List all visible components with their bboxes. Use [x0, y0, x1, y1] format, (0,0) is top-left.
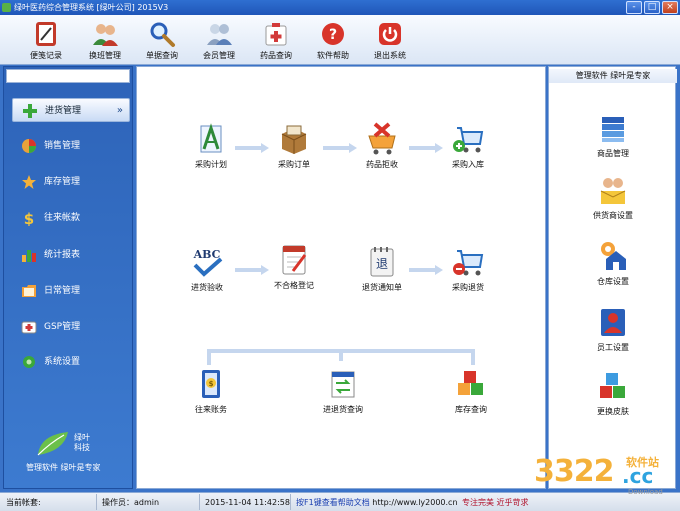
status-help: 按F1键查看帮助文档 http://www.ly2000.cn/: [292, 494, 457, 510]
main-toolbar: 便笺记录 换班管理 单据查询 会员管理 药品查询 ? 软件帮助 退出系统: [0, 15, 680, 65]
toolbar-button-notes[interactable]: 便笺记录: [22, 18, 70, 63]
gear-icon: [23, 356, 35, 368]
quick-change-skin[interactable]: 更换皮肤: [583, 369, 643, 417]
status-bar: 当前帐套: 操作员：admin 2015-11-04 11:42:58 按F1键…: [0, 492, 680, 511]
account-book-icon: $: [202, 370, 220, 398]
notepad-icon: [36, 22, 56, 46]
help-icon: ?: [322, 23, 344, 45]
leaf-logo-icon: [37, 432, 68, 456]
status-url[interactable]: http://www.ly2000.cn/: [372, 498, 457, 507]
quick-warehouse-settings[interactable]: 仓库设置: [583, 239, 643, 287]
nav-item-sales[interactable]: 销售管理: [12, 134, 130, 158]
nav-item-gsp[interactable]: GSP管理: [12, 315, 130, 339]
reject-cart-icon: [368, 122, 396, 155]
search-icon: [150, 22, 175, 47]
maximize-button[interactable]: □: [644, 1, 660, 14]
flow-medicine-reject[interactable]: 药品拒收: [352, 122, 412, 170]
flow-receiving-inspection[interactable]: ABC 进货验收: [177, 245, 237, 293]
nav-item-settings[interactable]: 系统设置: [12, 350, 130, 374]
watermark-download: Download: [628, 488, 663, 496]
product-books-icon: [602, 117, 624, 142]
dollar-icon: $: [24, 210, 34, 226]
flow-account-book[interactable]: $ 往来账务: [181, 367, 241, 415]
toolbar-button-bill-query[interactable]: 单据查询: [138, 18, 186, 63]
sidebar-slogan: 管理软件 绿叶是专家: [26, 463, 101, 472]
pie-chart-icon: [22, 139, 36, 153]
notebook-pencil-icon: [282, 245, 307, 275]
status-operator: 操作员：admin: [98, 494, 200, 510]
flow-purchase-stock-in[interactable]: 采购入库: [438, 122, 498, 170]
window-controls: - □ ×: [626, 1, 678, 14]
nav-item-purchase[interactable]: 进货管理 »: [12, 98, 130, 122]
window-title: 绿叶医药综合管理系统 [绿叶公司] 2015V3: [14, 3, 169, 12]
right-panel-title: 管理软件 绿叶是专家: [549, 69, 677, 83]
watermark-logo: 3322 软件站 .cc Download: [530, 452, 680, 496]
plan-document-icon: [200, 123, 222, 153]
window-titlebar: 绿叶医药综合管理系统 [绿叶公司] 2015V3 - □ ×: [0, 0, 680, 15]
app-icon: [2, 3, 11, 12]
chevron-right-icon: »: [116, 105, 123, 116]
toolbar-button-exit[interactable]: 退出系统: [366, 18, 414, 63]
return-notice-icon: 退: [370, 247, 394, 277]
svg-text:$: $: [209, 380, 214, 388]
power-icon: [379, 23, 401, 45]
exchange-query-icon: [331, 371, 355, 398]
status-datetime: 2015-11-04 11:42:58: [201, 494, 291, 510]
right-quick-panel: 管理软件 绿叶是专家 商品管理 供货商设置 仓库设置 员工设置 更换皮肤: [548, 66, 677, 489]
quick-supplier-settings[interactable]: 供货商设置: [583, 173, 643, 221]
cart-out-icon: [453, 250, 484, 276]
warehouse-icon: [601, 242, 626, 270]
svg-text:退: 退: [376, 257, 388, 271]
left-navigation: 进货管理 » 销售管理 库存管理 $ 往来帐款 统计报表 日常管理 GSP管理 …: [3, 66, 133, 489]
member-icon: [207, 24, 232, 45]
nav-item-reports[interactable]: 统计报表: [12, 243, 130, 267]
nav-item-accounts[interactable]: $ 往来帐款: [12, 206, 130, 230]
supplier-icon: [600, 178, 626, 204]
skin-cubes-icon: [600, 373, 625, 398]
svg-text:ABC: ABC: [193, 248, 221, 261]
folder-icon: [22, 285, 36, 297]
minimize-button[interactable]: -: [626, 1, 642, 14]
watermark-domain: .cc: [622, 464, 654, 488]
toolbar-button-shift[interactable]: 换班管理: [81, 18, 129, 63]
flow-exchange-query[interactable]: 进退货查询: [313, 367, 373, 415]
users-icon: [93, 24, 118, 46]
star-icon: [22, 175, 36, 189]
gsp-icon: [21, 321, 37, 334]
watermark-number: 3322: [534, 454, 614, 489]
toolbar-button-help[interactable]: ? 软件帮助: [309, 18, 357, 63]
flow-return-notice[interactable]: 退 退货通知单: [352, 245, 412, 293]
status-motto: 专注完美 近乎苛求: [462, 498, 529, 507]
flow-purchase-return[interactable]: 采购退货: [438, 245, 498, 293]
flow-stock-query[interactable]: 库存查询: [441, 367, 501, 415]
svg-text:?: ?: [329, 27, 337, 43]
nav-item-inventory[interactable]: 库存管理: [12, 170, 130, 194]
order-box-icon: [281, 125, 307, 154]
toolbar-button-medicine-query[interactable]: 药品查询: [252, 18, 300, 63]
nav-item-daily[interactable]: 日常管理: [12, 279, 130, 303]
employee-icon: [601, 309, 625, 336]
cart-in-icon: [453, 127, 484, 153]
flow-purchase-plan[interactable]: 采购计划: [181, 122, 241, 170]
flow-purchase-order[interactable]: 采购订单: [264, 122, 324, 170]
purchase-flow-panel: 采购计划 采购订单 药品拒收 采购入库 ABC 进货验收 不合格登记 退 退货通…: [136, 66, 546, 489]
bar-chart-icon: [22, 250, 36, 262]
quick-product-management[interactable]: 商品管理: [583, 111, 643, 159]
stock-cubes-icon: [458, 371, 483, 395]
quick-employee-settings[interactable]: 员工设置: [583, 305, 643, 353]
flow-nonconforming-register[interactable]: 不合格登记: [264, 243, 324, 291]
status-help-hint: 按F1键查看帮助文档: [296, 498, 370, 507]
status-account: 当前帐套:: [2, 494, 97, 510]
abc-check-icon: ABC: [193, 248, 223, 277]
svg-text:$: $: [24, 210, 34, 226]
medicine-kit-icon: [265, 23, 287, 46]
plus-icon: [23, 104, 37, 118]
flow-bracket-connector: [207, 349, 475, 365]
logo-text: 绿叶 科技: [74, 433, 90, 452]
toolbar-button-member[interactable]: 会员管理: [195, 18, 243, 63]
nav-header-strip: [6, 69, 130, 83]
close-button[interactable]: ×: [662, 1, 678, 14]
